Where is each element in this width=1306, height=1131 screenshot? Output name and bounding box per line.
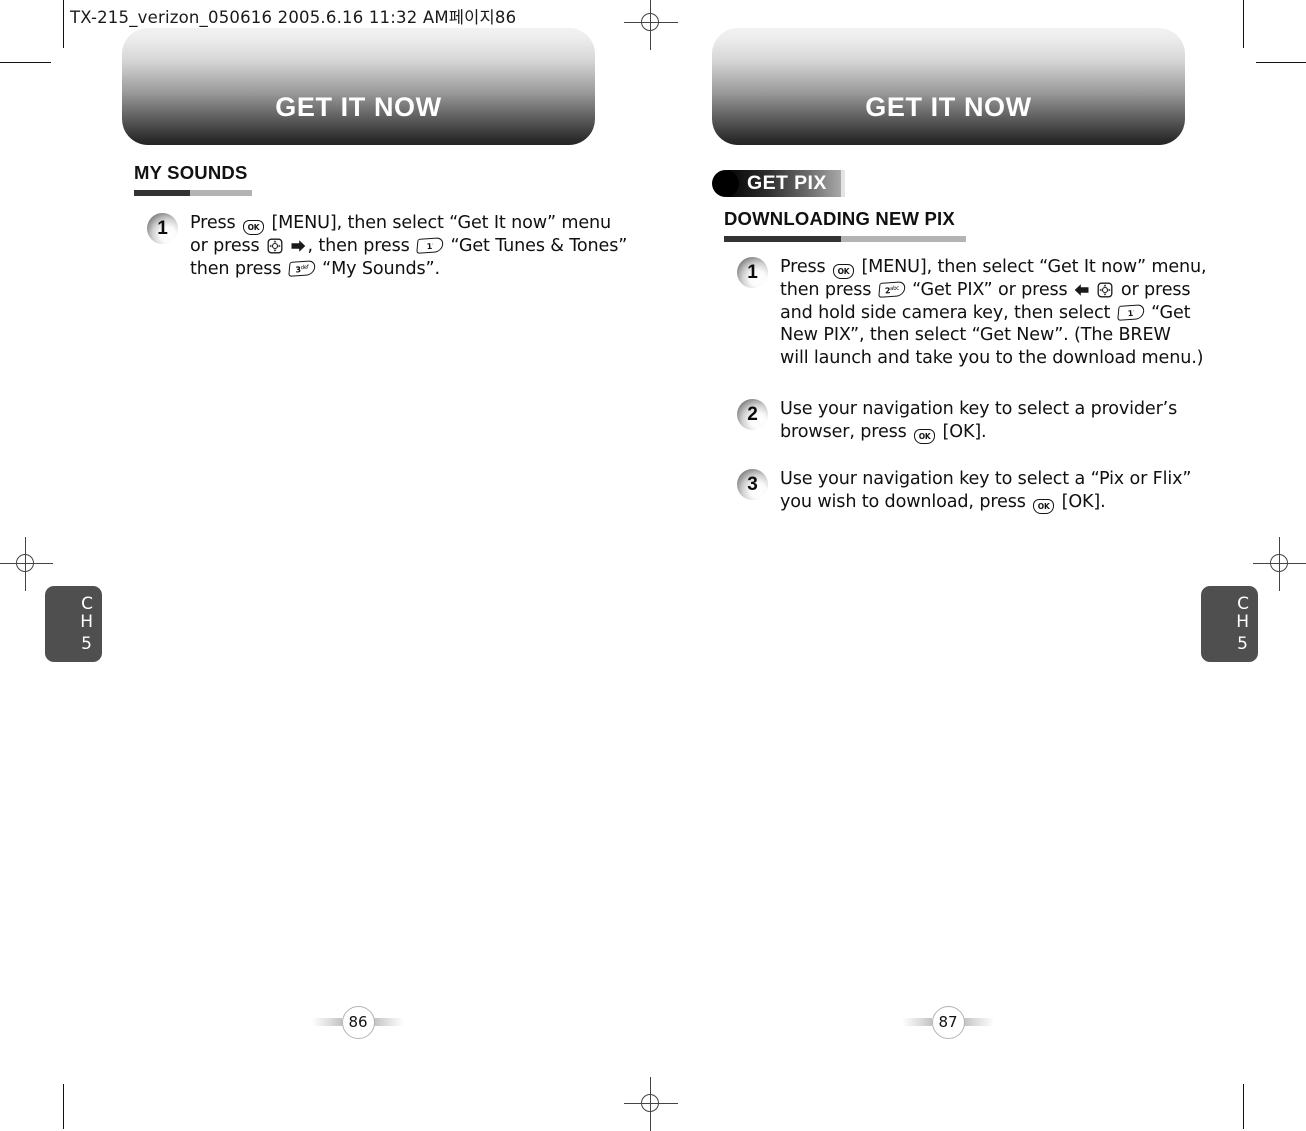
step-line: will launch and take you to the download… [780,348,1204,369]
page-right: GET IT NOW GET PIX DOWNLOADING NEW PIX 1… [652,0,1258,1129]
key-1-icon: 1· [416,237,444,254]
get-pix-plate: GET PIX [727,169,841,197]
step-line: Press OK [MENU], then select “Get It now… [780,257,1207,279]
ok-key-icon: OK [914,428,936,444]
step-number-badge: 1 [737,257,768,288]
registration-mark-left [0,537,53,591]
page-number-wing-right [964,1018,994,1026]
chapter-letter-c: C [1237,594,1249,614]
get-pix-plate-edge [840,169,845,197]
key-2-icon: 2abc [877,281,906,298]
page-left: GET IT NOW MY SOUNDS 1 Press OK [MENU], … [45,0,658,1129]
key-3-icon: 3def [287,259,316,277]
step-line: and hold side camera key, then select 1·… [780,302,1191,323]
chapter-tab-right: C H 5 [1201,586,1258,662]
section-title-right: DOWNLOADING NEW PIX [724,208,955,229]
step-text: Use your navigation key to select a prov… [780,398,1177,444]
step-text: Press OK [MENU], then select “Get It now… [190,212,627,280]
key-1-label: 1· [426,241,434,252]
step-line: or press , then press 1· “Get Tunes & To… [190,236,628,256]
step-text: Use your navigation key to select a “Pix… [780,468,1191,514]
step-text: Press OK [MENU], then select “Get It now… [780,256,1207,370]
step-item: 2 Use your navigation key to select a pr… [737,398,1177,444]
navigation-key-icon [1097,282,1113,298]
section-rule-left [134,190,252,196]
page-title-banner-left: GET IT NOW [122,28,595,145]
chapter-letter-h: H [80,612,93,632]
page-number-value: 86 [341,1005,375,1039]
ok-key-icon: OK [243,220,264,235]
page-title-left: GET IT NOW [275,92,442,122]
step-line: Press OK [MENU], then select “Get It now… [190,213,612,235]
get-pix-tag: GET PIX [712,168,845,198]
step-line: you wish to download, press OK [OK]. [780,491,1106,514]
step-line: then press 2abc “Get PIX” or press or pr… [780,280,1191,300]
ok-key-icon: OK [833,264,854,279]
chapter-number: 5 [81,634,92,654]
page-number-left: 86 [312,1004,404,1040]
step-line: Use your navigation key to select a “Pix… [780,469,1192,489]
step-line: New PIX”, then select “Get New”. (The BR… [780,325,1171,346]
page-number-wing-left [902,1018,932,1026]
step-number-badge: 2 [737,399,768,430]
registration-mark-right [1253,537,1306,591]
section-heading-my-sounds: MY SOUNDS [134,162,252,196]
chapter-letter-h: H [1236,612,1249,632]
page-number-wing-right [374,1018,404,1026]
page-title-right: GET IT NOW [865,92,1032,122]
step-line: then press 3def “My Sounds”. [190,258,440,279]
section-title-left: MY SOUNDS [134,162,248,183]
step-number-badge: 1 [147,213,178,244]
chapter-number: 5 [1237,634,1248,654]
page-number-value: 87 [931,1005,965,1039]
section-heading-downloading-new-pix: DOWNLOADING NEW PIX [724,208,966,242]
step-line: Use your navigation key to select a prov… [780,399,1178,419]
step-item: 1 Press OK [MENU], then select “Get It n… [737,256,1207,370]
step-item: 1 Press OK [MENU], then select “Get It n… [147,212,627,280]
navigation-key-icon [267,238,283,254]
key-2-label: 2abc [884,285,900,296]
crop-mark-top-right-horizontal [1256,62,1306,63]
get-pix-label: GET PIX [747,171,827,194]
arrow-right-icon [291,237,306,252]
key-1-icon: 1· [1116,303,1145,321]
key-1-label: 1· [1127,308,1135,318]
section-rule-right [724,236,966,242]
page-number-right: 87 [902,1004,994,1040]
step-item: 3 Use your navigation key to select a “P… [737,468,1191,514]
step-number-badge: 3 [737,469,768,500]
chapter-letter-c: C [81,594,93,614]
arrow-left-icon [1074,281,1089,296]
chapter-tab-left: C H 5 [45,586,102,662]
page-number-wing-left [312,1018,342,1026]
page-title-banner-right: GET IT NOW [712,28,1185,145]
bullet-dot-icon [712,169,739,197]
ok-key-icon: OK [1033,498,1055,514]
step-line: browser, press OK [OK]. [780,421,987,444]
key-3-label: 3def [294,264,309,275]
crop-mark-top-left-horizontal [0,62,51,63]
